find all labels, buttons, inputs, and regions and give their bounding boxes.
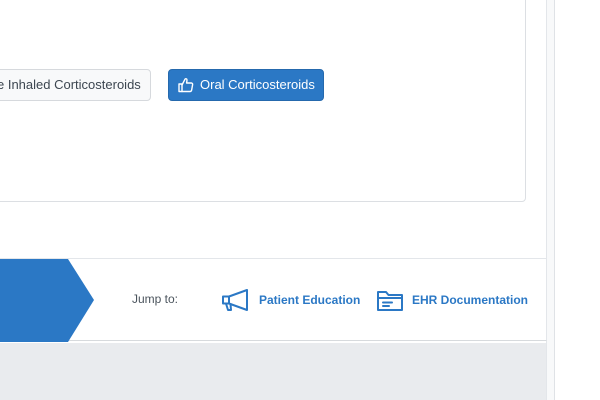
oral-corticosteroids-label: Oral Corticosteroids [200, 77, 315, 92]
jump-to-label: Jump to: [132, 292, 179, 306]
inhaled-corticosteroids-button[interactable]: e Inhaled Corticosteroids [0, 69, 151, 101]
inhaled-corticosteroids-label: e Inhaled Corticosteroids [0, 77, 141, 92]
next-step-arrow-button[interactable] [0, 259, 96, 342]
ehr-documentation-link[interactable]: EHR Documentation [376, 286, 528, 314]
megaphone-icon [221, 288, 251, 312]
ehr-documentation-label: EHR Documentation [412, 293, 529, 307]
thumbs-up-icon [178, 77, 194, 93]
oral-corticosteroids-button[interactable]: Oral Corticosteroids [168, 69, 324, 101]
right-scroll-rail [546, 0, 555, 400]
lower-background [0, 343, 546, 400]
patient-education-link[interactable]: Patient Education [221, 286, 360, 314]
content-card [0, 0, 526, 202]
folder-icon [376, 288, 404, 312]
patient-education-label: Patient Education [259, 293, 361, 307]
